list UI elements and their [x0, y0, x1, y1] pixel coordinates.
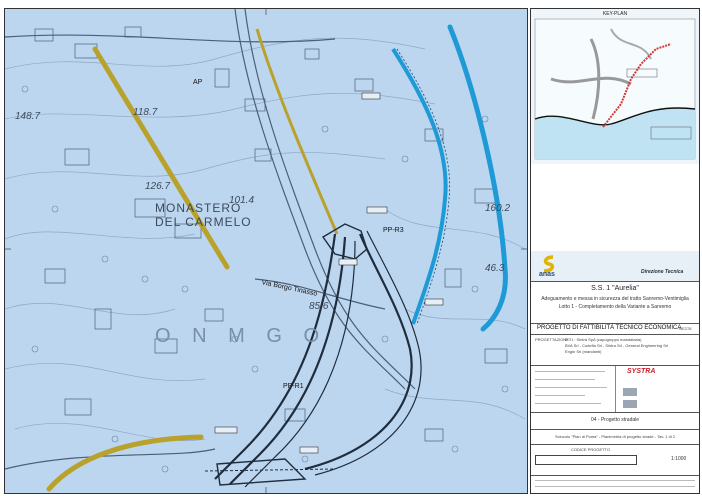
project-description-1: Adeguamento e messa in sicurezza del tra…	[541, 296, 689, 302]
progettazione-line-1: R.T.I.: Sintra SpA (capogruppo mandatari…	[565, 337, 642, 342]
elevation-label: 148.7	[15, 111, 41, 122]
map-viewport[interactable]: AP PP-R3 PP-R1 MONASTERO DEL CARMELO Via…	[4, 8, 528, 494]
label-ghost-text: O N M G O	[155, 325, 327, 347]
code-cells	[535, 455, 637, 465]
blue-alignment-edge	[396, 48, 451, 325]
title-block: anas Direzione Tecnica S.S. 1 "Aurelia" …	[531, 251, 699, 493]
anas-brand: anas	[539, 271, 555, 278]
elevation-label: 160.2	[485, 203, 511, 214]
subsection-title: Svincolo "Pian di Poma" - Planimetria di…	[554, 434, 676, 439]
contour-lines	[5, 37, 526, 441]
drawing-sheet: AP PP-R3 PP-R1 MONASTERO DEL CARMELO Via…	[0, 0, 702, 498]
partner-logo-icon	[623, 388, 637, 396]
label-carmelo: DEL CARMELO	[155, 215, 252, 229]
phase-title: PROGETTO DI FATTIBILITÀ TECNICO ECONOMIC…	[537, 325, 682, 331]
scale: 1:1000	[671, 456, 687, 462]
revision-row	[531, 475, 699, 493]
project-code: GE278	[679, 326, 692, 331]
road-name: S.S. 1 "Aurelia"	[591, 285, 639, 292]
signatures-row: SYSTRA	[531, 365, 699, 412]
blue-alignment-inner	[391, 47, 448, 325]
phase-row: PROGETTO DI FATTIBILITÀ TECNICO ECONOMIC…	[531, 323, 699, 334]
side-panel: KEY-PLAN anas Direzione Tecnica S.S. 1 "…	[530, 8, 700, 494]
map-layer	[5, 9, 527, 493]
progettazione-line-3: Engin Srl (mandanti)	[565, 349, 602, 354]
progettazione-line-2: BVA Srl - Codelfa Srl - Sintra Srl - Gen…	[565, 343, 669, 348]
key-plan-map	[534, 18, 696, 160]
label-ap: AP	[193, 79, 203, 86]
section-row: 04 - Progetto stradale	[531, 412, 699, 429]
elevation-label: 46.3	[485, 263, 505, 274]
yellow-alignment-left	[92, 46, 230, 270]
systra-logo: SYSTRA	[627, 368, 656, 375]
legend-space	[531, 164, 699, 251]
direzione-tecnica: Direzione Tecnica	[641, 269, 684, 275]
design-team-row: PROGETTAZIONE: R.T.I.: Sintra SpA (capog…	[531, 334, 699, 365]
code-row: CODICE PROGETTO 1:1000	[531, 444, 699, 475]
partner-logo-icon	[623, 400, 637, 408]
code-label: CODICE PROGETTO	[571, 447, 611, 452]
yellow-alignment-bottom	[46, 434, 204, 492]
blue-alignment-outer	[447, 24, 508, 332]
elevation-label: 101.4	[229, 195, 255, 206]
buildings	[34, 26, 508, 442]
elevation-label: 118.7	[133, 107, 158, 118]
section-title: 04 - Progetto stradale	[590, 417, 640, 423]
anas-header: anas Direzione Tecnica	[531, 251, 699, 282]
key-plan: KEY-PLAN	[531, 9, 699, 165]
yellow-alignment-center	[255, 28, 339, 235]
signature-block	[531, 366, 616, 412]
subsection-row: Svincolo "Pian di Poma" - Planimetria di…	[531, 429, 699, 444]
label-pp-r1: PP-R1	[283, 383, 304, 390]
label-pp-r3: PP-R3	[383, 227, 404, 234]
elevation-label: 85.6	[309, 301, 329, 312]
elevation-label: 126.7	[145, 181, 171, 192]
grid-ticks	[5, 9, 527, 493]
project-description-2: Lotto 1 - Completamento della Variante a…	[558, 304, 672, 310]
